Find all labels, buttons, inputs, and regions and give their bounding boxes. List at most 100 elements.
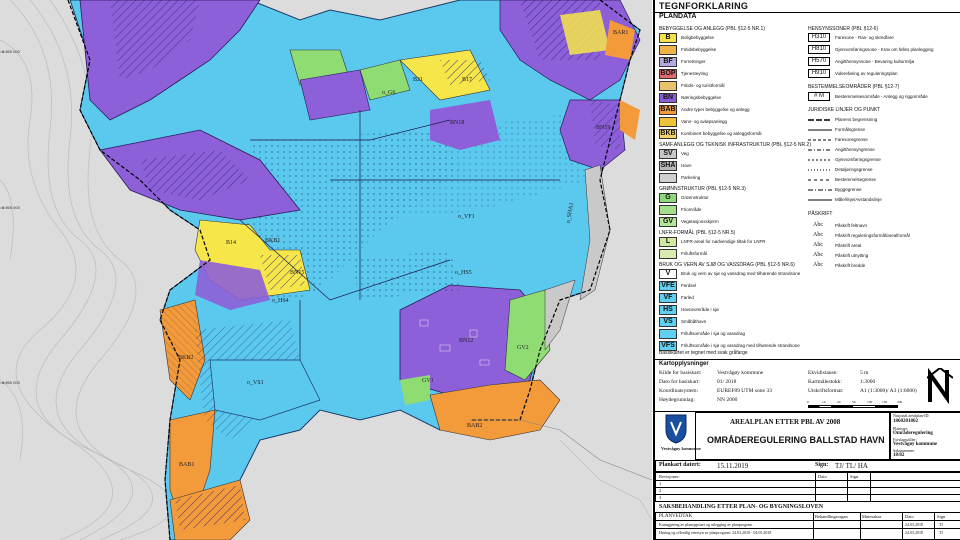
paskrift-symbol: Abc xyxy=(813,222,823,228)
legend-swatch: SHA xyxy=(659,161,677,171)
map-label[interactable]: BN15 xyxy=(290,270,304,276)
legend-label: Friområde xyxy=(681,207,702,212)
map-label[interactable]: BAB2 xyxy=(467,423,482,429)
section-heading: HENSYNSSONER (PBL §12-6) xyxy=(808,26,879,32)
plan-heading: AREALPLAN ETTER PBL AV 2008 xyxy=(730,418,841,426)
legend-swatch: BKB xyxy=(659,129,677,139)
map-label[interactable]: B17 xyxy=(462,77,472,83)
legend-swatch xyxy=(659,45,677,55)
section-heading: JURIDISKE LINJER OG PUNKT xyxy=(808,107,881,113)
line-label: Bestemmelsegrense xyxy=(835,177,877,182)
map-label[interactable]: o_G6 xyxy=(382,90,395,96)
line-symbol xyxy=(808,119,832,121)
section-heading: BEBYGGELSE OG ANLEGG (PBL §12-5 NR.1) xyxy=(659,26,765,32)
map-canvas xyxy=(0,0,652,540)
line-label: Planens begrensning xyxy=(835,117,878,122)
legend-swatch xyxy=(659,329,677,339)
paskrift-label: Påskrift utnytting xyxy=(835,253,869,258)
kartopp-k2: Utskriftsformat: xyxy=(808,388,844,394)
plan-map[interactable]: 6 765 000 6 765 000 6 765 000 o_G6 B21 B… xyxy=(0,0,652,540)
legend-swatch: VFE xyxy=(659,281,677,291)
map-label[interactable]: GV1 xyxy=(422,378,434,384)
legend-label: Havn xyxy=(681,163,692,168)
legend-swatch: B xyxy=(659,33,677,43)
grid-coordinate: 6 765 000 xyxy=(2,205,20,210)
map-label[interactable]: BKB2 xyxy=(178,355,193,361)
line-label: Måle/linje/Avstandslinje xyxy=(835,197,882,202)
section-heading: BRUK OG VERN AV SJØ OG VASSDRAG (PBL §12… xyxy=(659,262,795,268)
legend-label: Friluftsområde i sjø og vassdrag xyxy=(681,331,746,336)
map-label[interactable]: BN12 xyxy=(459,338,473,344)
legend-label: LNFR-areal for nødvendige tiltak for LNF… xyxy=(681,239,766,244)
forslagsstiller: Vestvågøy kommune xyxy=(893,442,938,447)
scale-bar xyxy=(808,405,898,408)
legend-swatch: L xyxy=(659,237,677,247)
legend-label: Andre typer bebyggelse og anlegg xyxy=(681,107,750,112)
map-label[interactable]: GV2 xyxy=(517,345,529,351)
section-heading: PÅSKRIFT xyxy=(808,211,833,217)
map-label[interactable]: o_HS5 xyxy=(455,270,472,276)
map-label[interactable]: BN19 xyxy=(596,125,610,131)
legend-label: Fritidsbebyggelse xyxy=(681,47,717,52)
paskrift-symbol: Abc xyxy=(813,262,823,268)
section-heading: BESTEMMELSEOMRÅDER (PBL §12-7) xyxy=(808,84,900,90)
line-label: Gjennomføringsgrense xyxy=(835,157,881,162)
legend-label: Friluftsområde i sjø og vassdrag med til… xyxy=(681,343,800,348)
legend-label: Tjenesteyting xyxy=(681,71,708,76)
legend-label: Ferdsel xyxy=(681,283,697,288)
paskrift-label: Påskrift feltnavn xyxy=(835,223,868,228)
map-label[interactable]: B21 xyxy=(413,77,423,83)
map-label[interactable]: BN18 xyxy=(450,120,464,126)
map-label[interactable]: o_VS1 xyxy=(247,380,264,386)
municipality-crest-icon xyxy=(665,414,687,444)
hensyn-swatch: H570 xyxy=(808,57,830,66)
plantype: Områderegulering xyxy=(893,431,933,436)
line-label: Formålsgrense xyxy=(835,127,866,132)
revision-row: 2 xyxy=(659,488,662,493)
kartopp-v: Vestvågøy kommune xyxy=(717,370,764,376)
kartopp-v2: A1 (1:3000)/ A3 (1:6000) xyxy=(860,388,917,394)
legend-swatch: BAB xyxy=(659,105,677,115)
grid-coordinate: 6 765 000 xyxy=(2,380,20,385)
legend-swatch xyxy=(659,117,677,127)
map-label[interactable]: BAR1 xyxy=(613,30,628,36)
hensyn-label: Faresone - Ras- og skredfare xyxy=(835,35,894,40)
legend-swatch xyxy=(659,173,677,183)
scale-tick: 20 xyxy=(837,400,841,404)
sign-value: TJ/ TL/ HA xyxy=(835,462,868,470)
legend-label: Parkering xyxy=(681,175,701,180)
kartopp-k: Kilde for basiskart: xyxy=(659,370,702,376)
legend-label: Havneområde i sjø xyxy=(681,307,719,312)
section-heading: GRØNNSTRUKTUR (PBL §12-5 NR.3) xyxy=(659,186,746,192)
legend-label: Kombinert bebyggelse og anleggsformål xyxy=(681,131,762,136)
paskrift-label: Påskrift bredde xyxy=(835,263,866,268)
line-label: Detaljeringsgrense xyxy=(835,167,873,172)
north-arrow-icon xyxy=(927,368,953,405)
line-label: Angitthensyngrense xyxy=(835,147,875,152)
bestemmelse-label: Bestemmelsesområde - Anlegg og riggområd… xyxy=(835,94,928,99)
legend-swatch: G xyxy=(659,193,677,203)
paskrift-label: Påskrift areal xyxy=(835,243,862,248)
saksnummer: 18/82 xyxy=(893,453,905,458)
line-symbol xyxy=(808,189,832,191)
map-label[interactable]: o_HS4 xyxy=(272,298,289,304)
paskrift-label: Påskrift reguleringsformål/arealformål xyxy=(835,233,910,238)
legend-label: Småbåthavn xyxy=(681,319,707,324)
kartopp-k2: Ekvidistanse: xyxy=(808,370,838,376)
kartopp-k: Koordinatsystem: xyxy=(659,388,699,394)
legend-label: Fritids- og turistformål xyxy=(681,83,725,88)
line-label: Byggegrense xyxy=(835,187,862,192)
hensyn-label: Angitthensynsone - Bevaring kulturmiljø xyxy=(835,59,915,64)
scale-tick: 200 xyxy=(897,400,903,404)
map-label[interactable]: o_VF1 xyxy=(458,214,475,220)
line-symbol xyxy=(808,129,832,131)
plandata-heading: PLANDATA xyxy=(659,13,697,20)
map-label[interactable]: BAB1 xyxy=(179,462,194,468)
map-label[interactable]: BKB1 xyxy=(265,238,280,244)
line-symbol xyxy=(808,199,832,201)
saksbeh-heading: SAKSBEHANDLING ETTER PLAN- OG BYGNINGSLO… xyxy=(659,504,824,510)
legend-swatch: BN xyxy=(659,93,677,103)
scale-tick: 150 xyxy=(882,400,888,404)
line-symbol xyxy=(808,179,832,181)
map-label[interactable]: B14 xyxy=(226,240,236,246)
